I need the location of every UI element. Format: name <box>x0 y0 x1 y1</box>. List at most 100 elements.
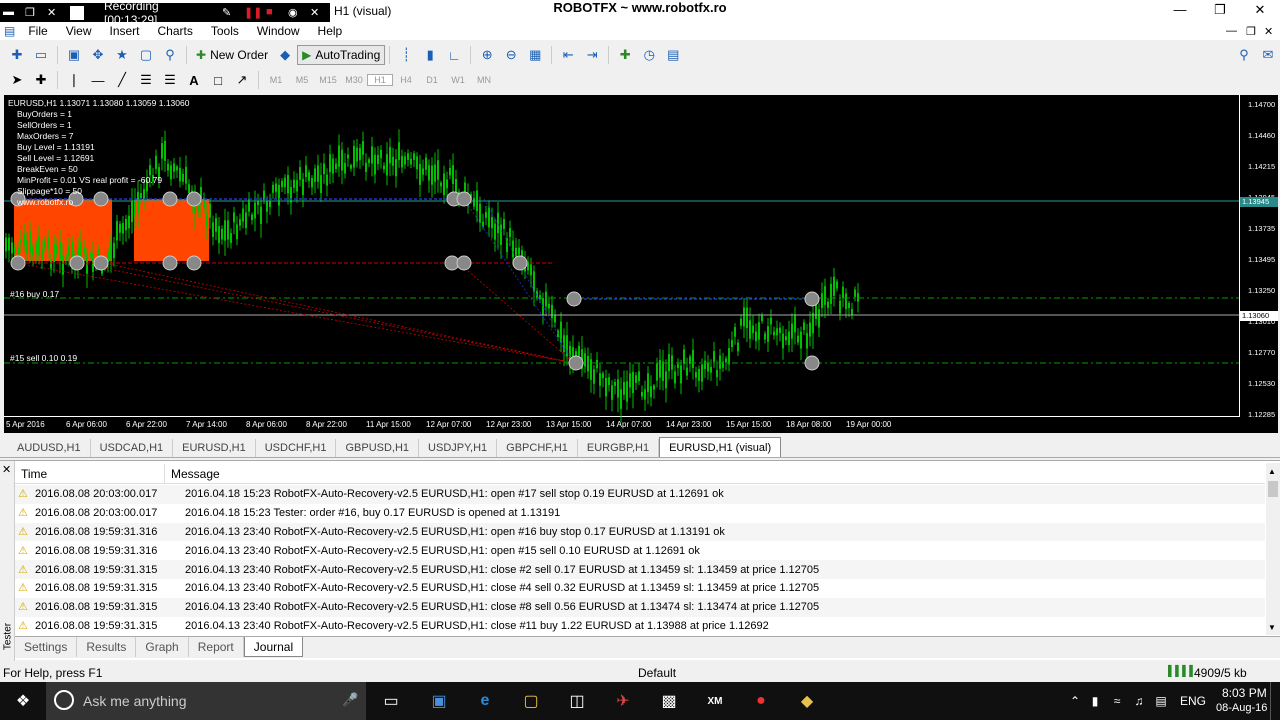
chat-icon[interactable]: ✉ <box>1257 45 1279 65</box>
fibonacci-icon[interactable]: ☰ <box>159 70 181 90</box>
microphone-icon[interactable]: 🎤 <box>342 692 358 708</box>
edge-icon[interactable]: e <box>472 688 498 714</box>
timeframe-m1[interactable]: M1 <box>263 75 289 85</box>
clock-time[interactable]: 8:03 PM <box>1222 686 1267 700</box>
metaeditor-icon[interactable]: ◆ <box>274 45 296 65</box>
recorder-restore-icon[interactable]: ❐ <box>25 6 41 20</box>
notification-icon[interactable]: ▤ <box>1148 688 1174 714</box>
tab-journal[interactable]: Journal <box>243 637 304 657</box>
task-view-icon[interactable]: ▭ <box>378 688 404 714</box>
auto-trading-button[interactable]: ▶ AutoTrading <box>297 45 386 65</box>
tab-eurusd[interactable]: EURUSD,H1 <box>173 439 256 457</box>
terminal-icon[interactable]: ▢ <box>135 45 157 65</box>
indicators-icon[interactable]: ✚ <box>614 45 636 65</box>
journal-scrollbar[interactable]: ▲ ▼ <box>1266 463 1280 635</box>
camera-icon[interactable]: ◉ <box>288 6 304 20</box>
timeframe-m30[interactable]: M30 <box>341 75 367 85</box>
journal-row[interactable]: ⚠ 2016.08.08 19:59:31.315 2016.04.13 23:40… <box>15 617 1265 636</box>
scroll-thumb[interactable] <box>1268 481 1278 497</box>
recorder-app-icon[interactable]: ● <box>748 688 774 714</box>
menu-window[interactable]: Window <box>248 24 309 38</box>
timeframe-w1[interactable]: W1 <box>445 75 471 85</box>
tile-windows-icon[interactable]: ▦ <box>524 45 546 65</box>
search-icon[interactable]: ⚲ <box>1233 45 1255 65</box>
timeframe-h1[interactable]: H1 <box>367 74 393 86</box>
recorder-close-icon[interactable]: ✕ <box>47 6 63 20</box>
horizontal-line-icon[interactable]: — <box>87 70 109 90</box>
menu-file[interactable]: File <box>19 24 56 38</box>
taskbar-app2-icon[interactable]: ✈ <box>610 688 636 714</box>
profiles-icon[interactable]: ▭ <box>30 45 52 65</box>
zoom-out-icon[interactable]: ⊖ <box>500 45 522 65</box>
timeframe-h4[interactable]: H4 <box>393 75 419 85</box>
tab-usdcad[interactable]: USDCAD,H1 <box>91 439 174 457</box>
navigator-icon[interactable]: ★ <box>111 45 133 65</box>
tester-close-icon[interactable]: ✕ <box>2 463 11 476</box>
menu-help[interactable]: Help <box>309 24 352 38</box>
menu-insert[interactable]: Insert <box>100 24 148 38</box>
market-watch-icon[interactable]: ▣ <box>63 45 85 65</box>
recorder-exit-icon[interactable]: ✕ <box>310 6 326 20</box>
timeframe-d1[interactable]: D1 <box>419 75 445 85</box>
arrows-icon[interactable]: ↗ <box>231 70 253 90</box>
vertical-line-icon[interactable]: ❘ <box>63 70 85 90</box>
crosshair-icon[interactable]: ✚ <box>30 70 52 90</box>
scroll-up-icon[interactable]: ▲ <box>1268 467 1276 476</box>
app-menu-icon[interactable]: ▤ <box>0 24 19 38</box>
tab-gbpchf[interactable]: GBPCHF,H1 <box>497 439 578 457</box>
text-tool-icon[interactable]: A <box>183 70 205 90</box>
maximize-button[interactable]: ❐ <box>1200 0 1240 20</box>
menu-view[interactable]: View <box>57 24 101 38</box>
timeframe-m5[interactable]: M5 <box>289 75 315 85</box>
tab-audusd[interactable]: AUDUSD,H1 <box>8 439 91 457</box>
col-message-header[interactable]: Message <box>165 464 1265 484</box>
tab-report[interactable]: Report <box>189 637 244 657</box>
journal-row[interactable]: ⚠ 2016.08.08 19:59:31.315 2016.04.13 23:40… <box>15 560 1265 579</box>
tab-settings[interactable]: Settings <box>15 637 78 657</box>
tab-usdchf[interactable]: USDCHF,H1 <box>256 439 337 457</box>
minimize-button[interactable]: — <box>1160 0 1200 20</box>
taskbar-app-icon[interactable]: ▣ <box>426 688 452 714</box>
timeframe-mn[interactable]: MN <box>471 75 497 85</box>
menu-tools[interactable]: Tools <box>202 24 248 38</box>
pause-icon[interactable]: ❚❚ <box>244 6 262 20</box>
col-time-header[interactable]: Time <box>15 464 165 484</box>
timeframe-m15[interactable]: M15 <box>315 75 341 85</box>
file-explorer-icon[interactable]: ▢ <box>518 688 544 714</box>
journal-row[interactable]: ⚠ 2016.08.08 19:59:31.315 2016.04.13 23:40… <box>15 597 1265 617</box>
tab-graph[interactable]: Graph <box>136 637 189 657</box>
auto-scroll-icon[interactable]: ⇤ <box>557 45 579 65</box>
price-chart[interactable]: EURUSD,H1 1.13071 1.13080 1.13059 1.1306… <box>4 95 1278 433</box>
tab-eurusd-visual[interactable]: EURUSD,H1 (visual) <box>659 437 782 457</box>
windows-start-icon[interactable]: ❖ <box>10 688 36 714</box>
journal-row[interactable]: ⚠ 2016.08.08 20:03:00.017 2016.04.18 15:23… <box>15 504 1265 523</box>
stop-icon[interactable]: ■ <box>266 6 282 20</box>
chart-shift-icon[interactable]: ⇥ <box>581 45 603 65</box>
channel-icon[interactable]: ☰ <box>135 70 157 90</box>
scroll-down-icon[interactable]: ▼ <box>1268 623 1276 632</box>
child-close-icon[interactable]: ✕ <box>1264 25 1273 38</box>
taskbar-app3-icon[interactable]: ▩ <box>656 688 682 714</box>
journal-row[interactable]: ⚠ 2016.08.08 19:59:31.315 2016.04.13 23:40… <box>15 579 1265 598</box>
journal-row[interactable]: ⚠ 2016.08.08 20:03:00.017 2016.04.18 15:23… <box>15 485 1265 504</box>
xm-icon[interactable]: XM <box>702 688 728 714</box>
menu-charts[interactable]: Charts <box>149 24 202 38</box>
text-label-icon[interactable]: □ <box>207 70 229 90</box>
child-minimize-icon[interactable]: — <box>1226 25 1237 37</box>
new-chart-icon[interactable]: ✚ <box>6 45 28 65</box>
child-restore-icon[interactable]: ❐ <box>1246 25 1256 38</box>
recorder-minimize-icon[interactable]: ▬ <box>3 6 19 20</box>
tab-usdjpy[interactable]: USDJPY,H1 <box>419 439 498 457</box>
tab-results[interactable]: Results <box>77 637 137 657</box>
show-desktop-button[interactable] <box>1270 682 1280 720</box>
cortana-search-box[interactable]: Ask me anything 🎤 <box>46 682 366 720</box>
tab-gbpusd[interactable]: GBPUSD,H1 <box>336 439 420 457</box>
journal-row[interactable]: ⚠ 2016.08.08 19:59:31.316 2016.04.13 23:40… <box>15 522 1265 542</box>
trendline-icon[interactable]: ╱ <box>111 70 133 90</box>
store-icon[interactable]: ◫ <box>564 688 590 714</box>
templates-icon[interactable]: ▤ <box>662 45 684 65</box>
bar-chart-icon[interactable]: ┊ <box>395 45 417 65</box>
new-order-button[interactable]: ✚ New Order <box>191 45 273 65</box>
cursor-icon[interactable]: ➤ <box>6 70 28 90</box>
data-window-icon[interactable]: ✥ <box>87 45 109 65</box>
